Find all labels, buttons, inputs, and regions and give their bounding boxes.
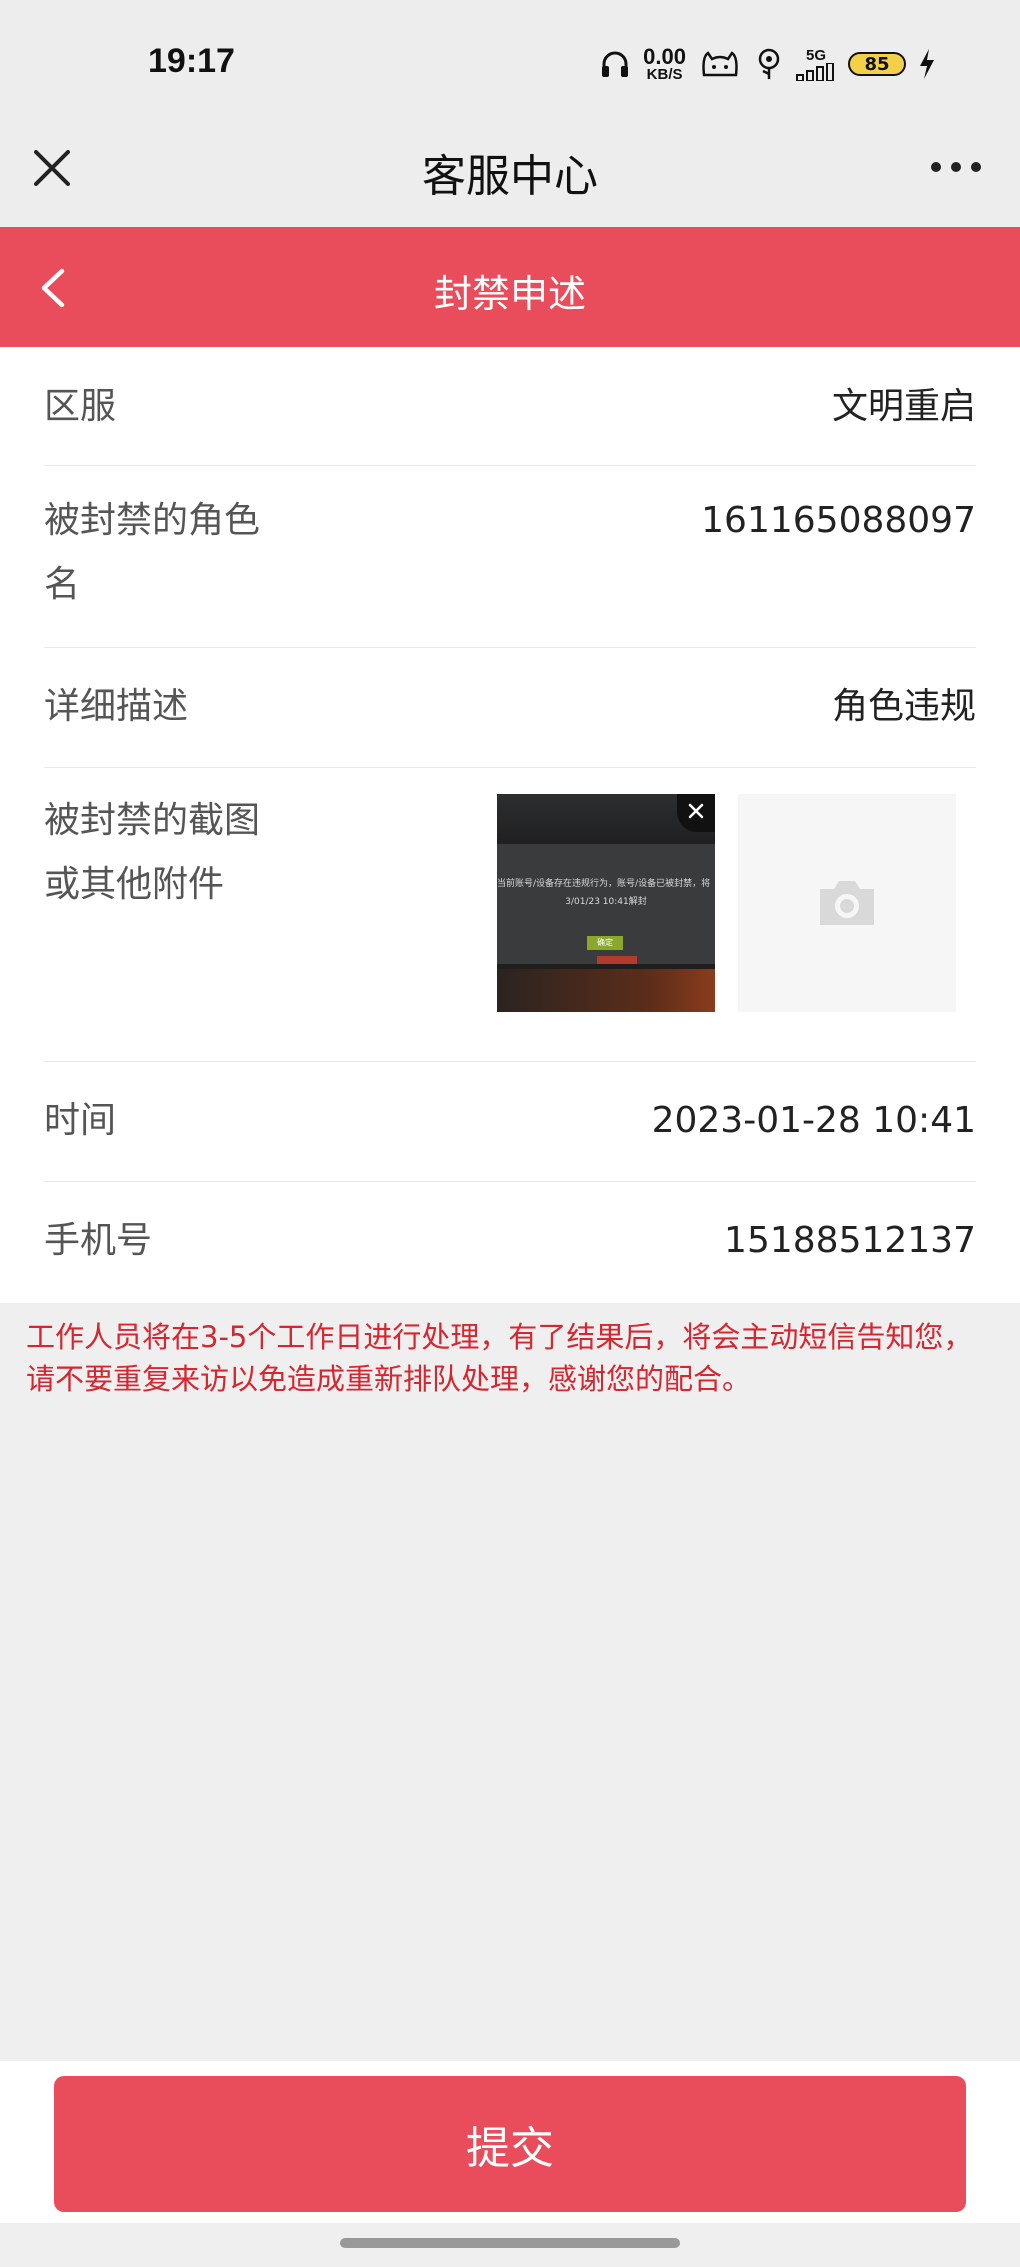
phone-value: 15188512137 xyxy=(724,1220,976,1261)
headphones-icon xyxy=(602,51,629,77)
attachment-row: 被封禁的截图 或其他附件 当前账号/设备存在违规行为，账号/设备已被封禁，将 3… xyxy=(44,767,976,1062)
page-title: 封禁申述 xyxy=(433,272,586,316)
camera-icon xyxy=(820,881,874,925)
time-value: 2023-01-28 10:41 xyxy=(651,1100,976,1141)
status-bar: 19:17 0.00 KB/S 5G 85 xyxy=(0,0,1020,128)
role-name-row[interactable]: 被封禁的角色 名 161165088097 xyxy=(44,465,976,648)
role-name-value: 161165088097 xyxy=(701,500,976,541)
remove-attachment-button[interactable] xyxy=(677,794,715,832)
phone-label: 手机号 xyxy=(44,1220,153,1261)
processing-notice: 工作人员将在3-5个工作日进行处理，有了结果后，将会主动短信告知您，请不要重复来… xyxy=(26,1320,973,1396)
footer: 提交 xyxy=(0,2061,1020,2223)
cat-icon xyxy=(702,51,738,77)
attachment-thumbnail[interactable]: 当前账号/设备存在违规行为，账号/设备已被封禁，将 3/01/23 10:41解… xyxy=(497,794,715,1012)
appeal-form: 区服 文明重启 被封禁的角色 名 161165088097 详细描述 角色违规 … xyxy=(0,347,1020,1303)
description-value: 角色违规 xyxy=(831,686,976,727)
phone-row[interactable]: 手机号 15188512137 xyxy=(44,1181,976,1301)
status-time: 19:17 xyxy=(148,42,235,80)
role-name-label: 被封禁的角色 名 xyxy=(44,500,261,605)
nav-bar: 客服中心 xyxy=(0,128,1020,228)
more-icon xyxy=(931,162,981,172)
attachment-label: 被封禁的截图 或其他附件 xyxy=(44,800,261,905)
screenshot-text-1: 当前账号/设备存在违规行为，账号/设备已被封禁，将 xyxy=(497,879,711,889)
server-value: 文明重启 xyxy=(831,386,976,427)
charging-icon xyxy=(920,49,934,79)
battery-icon: 85 xyxy=(848,52,906,76)
time-row[interactable]: 时间 2023-01-28 10:41 xyxy=(44,1061,976,1182)
description-label: 详细描述 xyxy=(44,686,189,727)
home-indicator[interactable] xyxy=(340,2238,680,2248)
server-row[interactable]: 区服 文明重启 xyxy=(44,347,976,466)
submit-button[interactable]: 提交 xyxy=(54,2076,966,2212)
upload-button[interactable] xyxy=(738,794,956,1012)
screenshot-confirm: 确定 xyxy=(587,936,623,950)
time-label: 时间 xyxy=(44,1100,117,1141)
close-icon xyxy=(688,803,704,819)
description-row[interactable]: 详细描述 角色违规 xyxy=(44,647,976,768)
more-button[interactable] xyxy=(926,152,986,182)
page-header: 封禁申述 xyxy=(0,227,1020,347)
screenshot-text-2: 3/01/23 10:41解封 xyxy=(565,897,647,907)
nav-title: 客服中心 xyxy=(422,151,598,202)
signal-icon: 5G xyxy=(796,48,836,81)
net-speed: 0.00 KB/S xyxy=(643,43,686,83)
server-label: 区服 xyxy=(44,386,117,427)
flower-icon xyxy=(758,48,780,79)
status-icons: 0.00 KB/S 5G 85 xyxy=(599,44,936,84)
